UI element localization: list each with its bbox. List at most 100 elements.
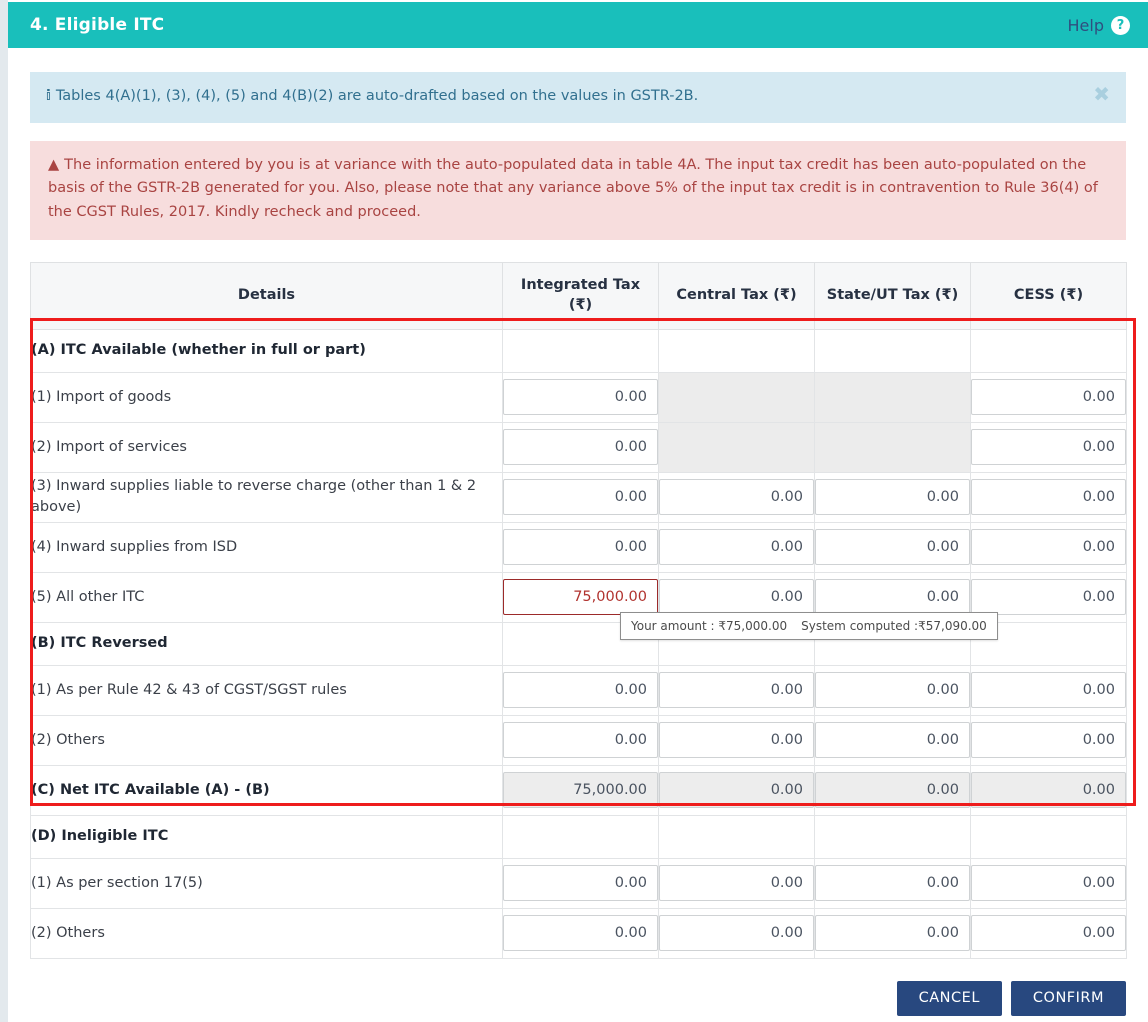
cell-cess <box>970 471 1127 523</box>
eligible-itc-page: 4. Eligible ITC Help ? 𝕚 Tables 4(A)(1), … <box>0 0 1148 1022</box>
row-label: (4) Inward supplies from ISD <box>30 521 503 573</box>
cell-cess <box>970 764 1127 816</box>
cell-central-tax <box>658 714 815 766</box>
table-row: (A) ITC Available (whether in full or pa… <box>30 328 1127 373</box>
input-state-ut-tax[interactable] <box>815 915 970 952</box>
input-state-ut-tax[interactable] <box>815 479 970 516</box>
help-link[interactable]: Help ? <box>1067 15 1130 35</box>
input-integrated-tax[interactable] <box>503 722 658 759</box>
input-cess[interactable] <box>971 865 1126 902</box>
variance-warning-text: The information entered by you is at var… <box>48 157 1098 220</box>
input-central-tax <box>659 772 814 809</box>
form-actions: CANCEL CONFIRM <box>30 980 1126 1016</box>
help-label: Help <box>1067 15 1104 35</box>
cell-state-ut-tax <box>814 471 971 523</box>
cell-integrated-tax <box>502 664 659 716</box>
row-label: (2) Import of services <box>30 421 503 473</box>
cell-cess <box>970 421 1127 473</box>
cell-central-tax <box>658 857 815 909</box>
table-row: (2) Import of services <box>30 421 1127 473</box>
info-alert-body: 𝕚 Tables 4(A)(1), (3), (4), (5) and 4(B)(… <box>46 85 698 108</box>
input-cess[interactable] <box>971 479 1126 516</box>
input-integrated-tax[interactable] <box>503 379 658 416</box>
input-integrated-tax[interactable] <box>503 865 658 902</box>
input-state-ut-tax[interactable] <box>815 579 970 616</box>
cell-central-tax <box>658 521 815 573</box>
input-cess[interactable] <box>971 529 1126 566</box>
input-integrated-tax[interactable] <box>503 479 658 516</box>
disabled-cell-state-ut-tax <box>814 421 971 473</box>
cell-integrated-tax <box>502 471 659 523</box>
input-integrated-tax[interactable] <box>503 579 658 616</box>
input-state-ut-tax[interactable] <box>815 722 970 759</box>
table-row: (2) Others <box>30 714 1127 766</box>
cell-cess <box>970 907 1127 959</box>
input-cess[interactable] <box>971 722 1126 759</box>
input-cess[interactable] <box>971 429 1126 466</box>
input-integrated-tax[interactable] <box>503 672 658 709</box>
cell-integrated-tax <box>502 857 659 909</box>
variance-warning-alert: ▲ The information entered by you is at va… <box>30 141 1126 241</box>
input-central-tax[interactable] <box>659 479 814 516</box>
cell-state-ut-tax <box>814 907 971 959</box>
input-state-ut-tax[interactable] <box>815 672 970 709</box>
input-state-ut-tax[interactable] <box>815 529 970 566</box>
input-central-tax[interactable] <box>659 915 814 952</box>
empty-cell <box>814 814 971 859</box>
input-cess[interactable] <box>971 915 1126 952</box>
tooltip-your-amount: Your amount : ₹75,000.00 <box>631 619 788 634</box>
row-label: (3) Inward supplies liable to reverse ch… <box>30 471 503 523</box>
page-content: 𝕚 Tables 4(A)(1), (3), (4), (5) and 4(B)(… <box>8 48 1148 1016</box>
cell-integrated-tax <box>502 521 659 573</box>
table-row: (1) As per section 17(5) <box>30 857 1127 909</box>
input-integrated-tax[interactable] <box>503 915 658 952</box>
page-title: 4. Eligible ITC <box>30 15 165 35</box>
cell-central-tax <box>658 664 815 716</box>
cell-cess <box>970 714 1127 766</box>
table-row: (2) Others <box>30 907 1127 959</box>
cell-integrated-tax <box>502 714 659 766</box>
table-header-row: Details Integrated Tax (₹) Central Tax (… <box>30 262 1127 330</box>
input-cess <box>971 772 1126 809</box>
cell-cess <box>970 371 1127 423</box>
cell-cess <box>970 664 1127 716</box>
input-central-tax[interactable] <box>659 579 814 616</box>
row-label: (1) As per section 17(5) <box>30 857 503 909</box>
input-central-tax[interactable] <box>659 722 814 759</box>
row-label: (1) As per Rule 42 & 43 of CGST/SGST rul… <box>30 664 503 716</box>
column-header-integrated-tax: Integrated Tax (₹) <box>502 262 659 330</box>
input-cess[interactable] <box>971 579 1126 616</box>
question-circle-icon[interactable]: ? <box>1111 15 1130 35</box>
input-cess[interactable] <box>971 379 1126 416</box>
cell-central-tax <box>658 471 815 523</box>
table-row: (1) Import of goods <box>30 371 1127 423</box>
close-icon[interactable]: ✖ <box>1075 84 1110 104</box>
cell-cess <box>970 521 1127 573</box>
page-titlebar: 4. Eligible ITC Help ? <box>8 2 1148 48</box>
disabled-cell-central-tax <box>658 371 815 423</box>
column-header-state-ut-tax: State/UT Tax (₹) <box>814 262 971 330</box>
input-state-ut-tax[interactable] <box>815 865 970 902</box>
cell-state-ut-tax <box>814 857 971 909</box>
row-label: (5) All other ITC <box>30 571 503 623</box>
input-integrated-tax[interactable] <box>503 529 658 566</box>
table-row: (3) Inward supplies liable to reverse ch… <box>30 471 1127 523</box>
table-row: (4) Inward supplies from ISD <box>30 521 1127 573</box>
info-circle-icon: 𝕚 <box>46 88 51 104</box>
input-integrated-tax <box>503 772 658 809</box>
input-central-tax[interactable] <box>659 529 814 566</box>
cell-integrated-tax <box>502 371 659 423</box>
row-label: (2) Others <box>30 714 503 766</box>
variance-tooltip: Your amount : ₹75,000.00 System computed … <box>620 612 998 641</box>
input-cess[interactable] <box>971 672 1126 709</box>
cancel-button[interactable]: CANCEL <box>896 980 1002 1016</box>
table-row: (D) Ineligible ITC <box>30 814 1127 859</box>
itc-table-body: (A) ITC Available (whether in full or pa… <box>30 328 1127 959</box>
input-integrated-tax[interactable] <box>503 429 658 466</box>
row-label: (2) Others <box>30 907 503 959</box>
input-central-tax[interactable] <box>659 672 814 709</box>
confirm-button[interactable]: CONFIRM <box>1010 980 1126 1016</box>
input-central-tax[interactable] <box>659 865 814 902</box>
row-label: (D) Ineligible ITC <box>30 814 503 859</box>
row-label: (1) Import of goods <box>30 371 503 423</box>
